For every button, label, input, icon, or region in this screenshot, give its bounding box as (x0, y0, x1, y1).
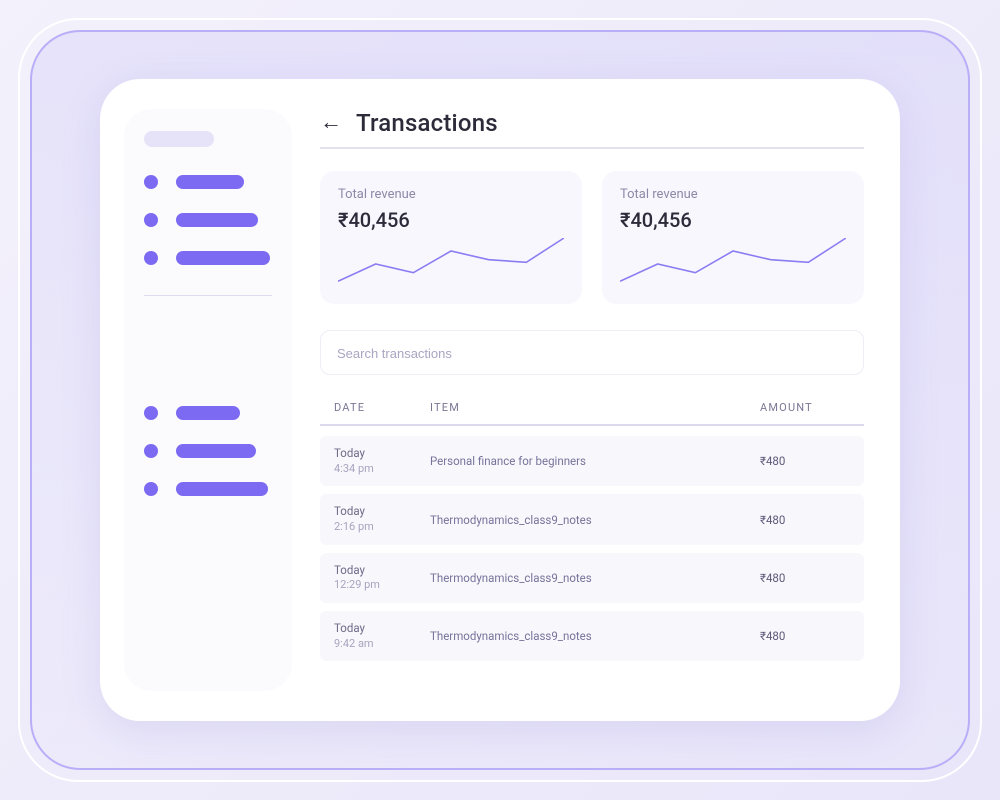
cell-item: Personal finance for beginners (430, 454, 760, 468)
table-row[interactable]: Today4:34 pmPersonal finance for beginne… (320, 436, 864, 486)
page-header: ← Transactions (320, 109, 864, 149)
main-content: ← Transactions Total revenue ₹40,456 Tot… (320, 109, 864, 691)
sidebar-label-placeholder (176, 251, 270, 265)
sidebar-dot-icon (144, 251, 158, 265)
date-secondary: 2:16 pm (334, 520, 430, 535)
cell-date: Today9:42 am (334, 621, 430, 651)
sidebar-label-placeholder (176, 406, 240, 420)
col-header-item: ITEM (430, 401, 760, 414)
cell-item: Thermodynamics_class9_notes (430, 513, 760, 527)
cell-date: Today4:34 pm (334, 446, 430, 476)
table-row[interactable]: Today2:16 pmThermodynamics_class9_notes₹… (320, 494, 864, 544)
cell-amount: ₹480 (760, 513, 850, 527)
card-label: Total revenue (338, 187, 564, 202)
table-row[interactable]: Today9:42 amThermodynamics_class9_notes₹… (320, 611, 864, 661)
table-header: DATE ITEM AMOUNT (320, 401, 864, 426)
date-secondary: 4:34 pm (334, 462, 430, 477)
search-input[interactable] (337, 346, 847, 361)
sidebar-item-6[interactable] (144, 482, 272, 496)
sidebar-item-2[interactable] (144, 213, 272, 227)
cell-item: Thermodynamics_class9_notes (430, 629, 760, 643)
table-body: Today4:34 pmPersonal finance for beginne… (320, 436, 864, 669)
cell-date: Today12:29 pm (334, 563, 430, 593)
cell-item: Thermodynamics_class9_notes (430, 571, 760, 585)
sidebar-item-3[interactable] (144, 251, 272, 265)
sidebar-label-placeholder (176, 482, 268, 496)
date-primary: Today (334, 504, 430, 520)
page-title: Transactions (356, 109, 498, 137)
app-panel: ← Transactions Total revenue ₹40,456 Tot… (100, 79, 900, 721)
date-secondary: 12:29 pm (334, 578, 430, 593)
sidebar (124, 109, 292, 691)
sidebar-item-1[interactable] (144, 175, 272, 189)
date-primary: Today (334, 446, 430, 462)
sidebar-dot-icon (144, 213, 158, 227)
cell-amount: ₹480 (760, 454, 850, 468)
date-secondary: 9:42 am (334, 637, 430, 652)
card-label: Total revenue (620, 187, 846, 202)
cell-amount: ₹480 (760, 571, 850, 585)
sidebar-divider (144, 295, 272, 296)
sidebar-dot-icon (144, 175, 158, 189)
col-header-date: DATE (334, 401, 430, 414)
sidebar-label-placeholder (176, 444, 256, 458)
card-value: ₹40,456 (620, 208, 846, 232)
date-primary: Today (334, 621, 430, 637)
sidebar-title-placeholder (144, 131, 214, 147)
revenue-card-2: Total revenue ₹40,456 (602, 171, 864, 304)
cell-date: Today2:16 pm (334, 504, 430, 534)
sidebar-item-5[interactable] (144, 444, 272, 458)
sidebar-item-4[interactable] (144, 406, 272, 420)
sparkline-chart (620, 238, 846, 290)
card-value: ₹40,456 (338, 208, 564, 232)
sidebar-dot-icon (144, 406, 158, 420)
cell-amount: ₹480 (760, 629, 850, 643)
sidebar-label-placeholder (176, 213, 258, 227)
sidebar-label-placeholder (176, 175, 244, 189)
search-container (320, 330, 864, 375)
col-header-amount: AMOUNT (760, 401, 850, 414)
back-arrow-icon[interactable]: ← (320, 112, 342, 134)
date-primary: Today (334, 563, 430, 579)
sidebar-dot-icon (144, 444, 158, 458)
stat-cards: Total revenue ₹40,456 Total revenue ₹40,… (320, 171, 864, 304)
sidebar-dot-icon (144, 482, 158, 496)
sparkline-chart (338, 238, 564, 290)
sparkline-path (620, 238, 846, 281)
revenue-card-1: Total revenue ₹40,456 (320, 171, 582, 304)
table-row[interactable]: Today12:29 pmThermodynamics_class9_notes… (320, 553, 864, 603)
sparkline-path (338, 238, 564, 281)
